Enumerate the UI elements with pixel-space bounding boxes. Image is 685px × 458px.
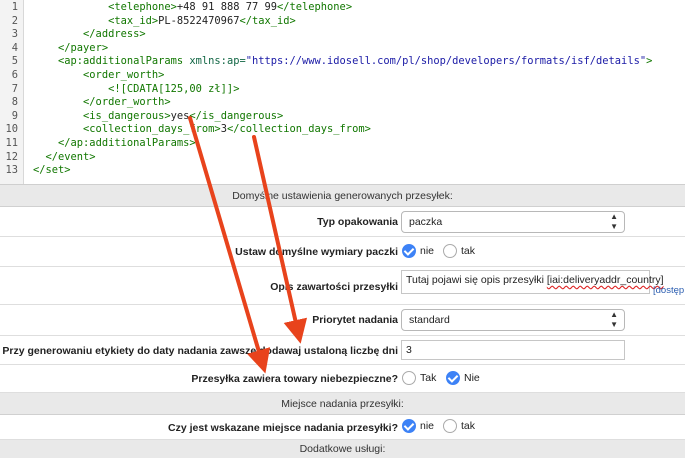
shipment-settings-form: Domyślne ustawienia generowanych przesył… (0, 184, 685, 458)
dangerous-goods-label: Przesyłka zawiera towary niebezpieczne? (191, 373, 398, 385)
package-type-select[interactable]: paczka ▲ ▼ (401, 211, 625, 233)
line-number: 13 (5, 164, 18, 177)
section-header-place: Miejsce nadania przesyłki: (0, 393, 685, 415)
pickup-place-no-label: nie (420, 420, 435, 432)
line-number: 9 (11, 109, 18, 122)
code-token: <telephone> (108, 1, 177, 13)
select-arrows-icon: ▲ ▼ (610, 212, 618, 231)
line-number: 10 (5, 123, 18, 136)
line-code: <order_worth> (33, 69, 164, 82)
code-token: </ap:additionalParams> (58, 137, 196, 149)
line-number: 8 (11, 96, 18, 109)
row-package-type: Typ opakowania paczka ▲ ▼ (0, 207, 685, 237)
content-desc-label: Opis zawartości przesyłki (270, 281, 398, 293)
line-number: 1 (11, 1, 18, 13)
collection-days-value: 3 (406, 344, 412, 356)
default-dims-no-label: nie (420, 245, 435, 257)
row-content-description: Opis zawartości przesyłki Tutaj pojawi s… (0, 267, 685, 305)
line-number: 6 (11, 69, 18, 81)
code-token: <order_worth> (83, 69, 165, 81)
line-number: 12 (5, 150, 18, 163)
collection-days-label: Przy generowaniu etykiety do daty nadani… (2, 345, 398, 357)
line-code: <collection_days_from>3</collection_days… (33, 123, 371, 136)
row-pickup-place: Czy jest wskazane miejsce nadania przesy… (0, 415, 685, 440)
content-desc-variable: [iai:deliveryaddr_country] (546, 274, 664, 286)
code-token: <is_dangerous> (83, 109, 171, 122)
code-token: PL-8522470967 (158, 14, 240, 27)
section-title: Dodatkowe usługi: (299, 443, 386, 455)
pickup-place-yes-radio[interactable] (443, 419, 457, 433)
line-code: <is_dangerous>yes</is_dangerous> (33, 110, 283, 123)
row-collection-days: Przy generowaniu etykiety do daty nadani… (0, 336, 685, 365)
code-token: </set> (33, 164, 71, 177)
code-token: </is_dangerous> (189, 109, 284, 122)
priority-select[interactable]: standard ▲ ▼ (401, 309, 625, 331)
package-type-value: paczka (409, 216, 443, 228)
content-description-textarea[interactable]: Tutaj pojawi się opis przesyłki [iai:del… (401, 270, 664, 294)
dangerous-yes-label: Tak (420, 372, 437, 384)
section-header-extra-services: Dodatkowe usługi: (0, 440, 685, 458)
code-token: "https://www.idosell.com/pl/shop/develop… (245, 55, 647, 68)
line-number: 3 (11, 28, 18, 41)
select-arrows-icon: ▲ ▼ (610, 310, 618, 329)
code-token: <ap:additionalParams (58, 55, 190, 68)
dangerous-no-radio[interactable] (446, 371, 460, 385)
code-token: <![CDATA[125,00 zł]]> (108, 82, 240, 95)
line-number: 2 (11, 14, 18, 27)
section-header-default-settings: Domyślne ustawienia generowanych przesył… (0, 185, 685, 207)
line-code: <tax_id>PL-8522470967</tax_id> (33, 15, 296, 28)
code-token: xmlns:ap= (189, 55, 246, 68)
pickup-place-label: Czy jest wskazane miejsce nadania przesy… (168, 422, 398, 434)
row-default-dimensions: Ustaw domyślne wymiary paczki nie tak (0, 237, 685, 267)
xml-code-editor[interactable]: 1 <telephone>+48 91 888 77 99</telephone… (0, 0, 685, 184)
line-number: 5 (11, 55, 18, 68)
code-token: </collection_days_from> (226, 123, 371, 136)
pickup-place-yes-label: tak (461, 420, 476, 432)
dangerous-no-label: Nie (464, 372, 480, 384)
default-dims-yes-label: tak (461, 245, 476, 257)
default-dims-label: Ustaw domyślne wymiary paczki (235, 246, 398, 258)
section-title: Domyślne ustawienia generowanych przesył… (232, 190, 453, 202)
priority-label: Priorytet nadania (312, 314, 398, 326)
code-token: </order_worth> (83, 96, 171, 109)
dangerous-yes-radio[interactable] (402, 371, 416, 385)
pickup-place-no-radio[interactable] (402, 419, 416, 433)
line-number: 7 (11, 82, 18, 95)
line-number: 4 (11, 41, 18, 54)
code-token: yes (170, 109, 190, 122)
line-code: </set> (33, 164, 71, 177)
line-code: </address> (33, 28, 146, 41)
code-token: <tax_id> (108, 14, 159, 27)
collection-days-input[interactable]: 3 (401, 340, 625, 360)
code-token: </payer> (58, 41, 109, 54)
row-dangerous-goods: Przesyłka zawiera towary niebezpieczne? … (0, 365, 685, 393)
line-code: <![CDATA[125,00 zł]]> (33, 83, 239, 96)
default-dims-no-radio[interactable] (402, 244, 416, 258)
code-token: </telephone> (277, 1, 353, 13)
line-code: </ap:additionalParams> (33, 137, 196, 150)
line-code: </order_worth> (33, 96, 171, 109)
line-number: 11 (5, 137, 18, 149)
code-token: </address> (83, 28, 146, 41)
code-token: </event> (45, 150, 96, 163)
code-token: > (646, 55, 653, 68)
priority-value: standard (409, 314, 450, 326)
line-code: <telephone>+48 91 888 77 99</telephone> (33, 1, 352, 14)
code-token: </tax_id> (239, 14, 296, 27)
line-code: </event> (33, 151, 96, 164)
line-code: <ap:additionalParams xmlns:ap="https://w… (33, 55, 652, 68)
line-code: </payer> (33, 42, 108, 55)
section-title: Miejsce nadania przesyłki: (281, 398, 404, 410)
package-type-label: Typ opakowania (317, 216, 398, 228)
available-variables-link[interactable]: [dostęp (653, 285, 684, 296)
row-priority: Priorytet nadania standard ▲ ▼ (0, 305, 685, 336)
code-token: +48 91 888 77 99 (176, 1, 277, 13)
code-token: <collection_days_from> (83, 123, 221, 136)
content-desc-text: Tutaj pojawi się opis przesyłki (406, 274, 547, 286)
default-dims-yes-radio[interactable] (443, 244, 457, 258)
